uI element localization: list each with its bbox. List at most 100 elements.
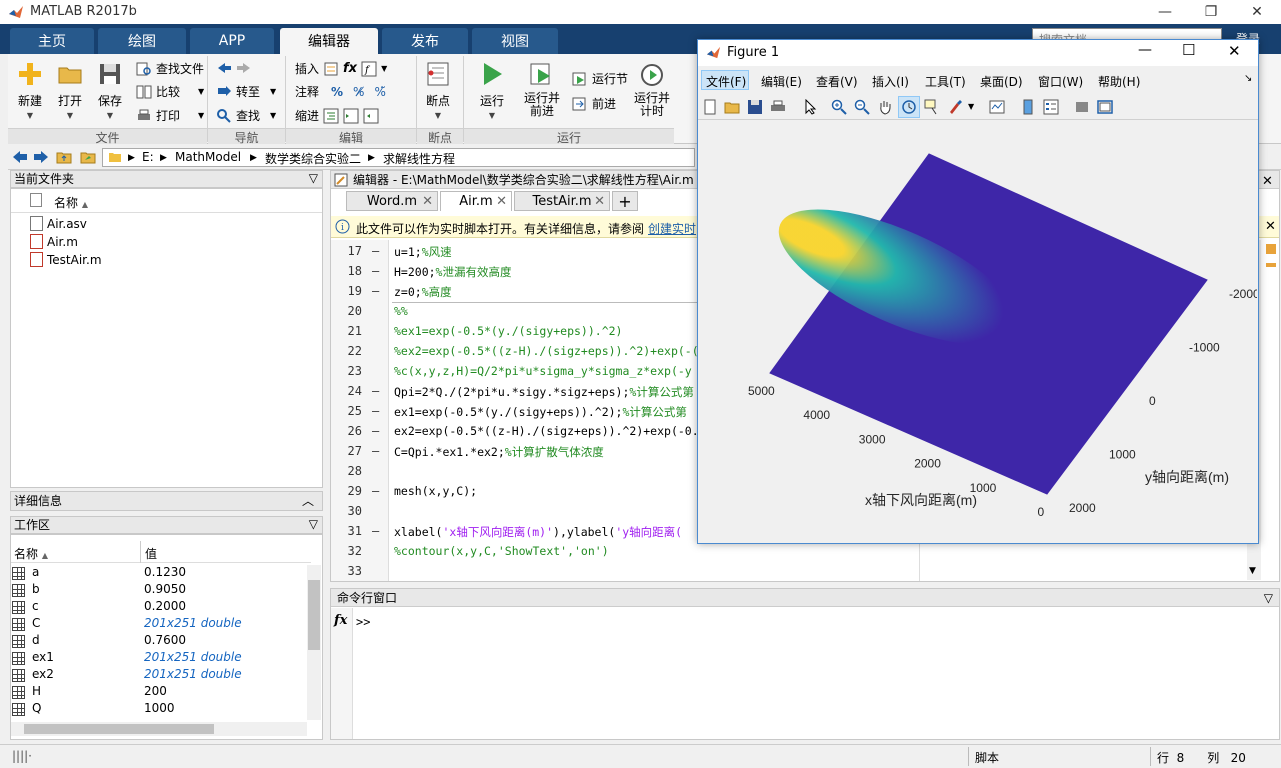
breakpoints-button[interactable]: 断点 ▼ — [424, 60, 452, 120]
indent-more-icon[interactable] — [343, 108, 359, 124]
edit-plot-arrow-icon[interactable] — [803, 99, 819, 115]
dock-arrow-icon[interactable]: ↘ — [1244, 73, 1252, 84]
workspace-row[interactable]: c 0.2000 — [12, 599, 312, 616]
code-line[interactable]: xlabel('x轴下风向距离(m)'),ylabel('y轴向距离( — [394, 524, 682, 540]
code-line[interactable]: u=1;%风速 — [394, 244, 452, 260]
code-line[interactable]: ex2=exp(-0.5*((z-H)./(sigz+eps)).^2)+exp… — [394, 424, 699, 438]
variable-value[interactable]: 201x251 double — [144, 616, 242, 630]
editor-tab-air[interactable]: Air.m ✕ — [440, 191, 512, 211]
print-figure-icon[interactable] — [770, 99, 786, 115]
indent-less-icon[interactable] — [363, 108, 379, 124]
figure-menu-view[interactable]: 查看(V) — [816, 73, 858, 90]
insert-button[interactable]: 插入 fx f ▼ — [295, 60, 387, 77]
minimize-button[interactable]: — — [1142, 0, 1188, 24]
tab-plots[interactable]: 绘图 — [98, 28, 186, 54]
close-tab-icon[interactable]: ✕ — [496, 194, 507, 209]
column-divider[interactable] — [140, 541, 141, 563]
hide-plot-tools-icon[interactable] — [1074, 99, 1090, 115]
find-button[interactable]: 查找 ▼ — [216, 107, 276, 124]
details-header[interactable]: 详细信息 ︿ — [10, 491, 323, 511]
code-line[interactable]: %ex1=exp(-0.5*(y./(sigy+eps)).^2) — [394, 324, 622, 338]
workspace-row[interactable]: ex1 201x251 double — [12, 650, 312, 667]
figure-menu-desktop[interactable]: 桌面(D) — [980, 73, 1023, 90]
save-figure-icon[interactable] — [747, 99, 763, 115]
file-item[interactable]: TestAir.m — [30, 252, 102, 267]
code-line[interactable]: Qpi=2*Q./(2*pi*u.*sigy.*sigz+eps);%计算公式第 — [394, 384, 694, 400]
command-window[interactable] — [330, 588, 1280, 740]
code-line[interactable]: %contour(x,y,C,'ShowText','on') — [394, 544, 609, 558]
workspace-row[interactable]: b 0.9050 — [12, 582, 312, 599]
tab-publish[interactable]: 发布 — [382, 28, 468, 54]
run-time-button[interactable]: 运行并 计时 — [634, 60, 670, 118]
forward-arrow-icon[interactable] — [33, 150, 49, 164]
scroll-down-arrow-icon[interactable]: ▼ — [1249, 566, 1256, 576]
code-line[interactable]: %ex2=exp(-0.5*((z-H)./(sigz+eps)).^2)+ex… — [394, 344, 699, 358]
fx-icon[interactable]: fx — [343, 61, 357, 76]
figure-menu-tools[interactable]: 工具(T) — [925, 73, 966, 90]
run-section-button[interactable]: 运行节 — [572, 70, 628, 87]
close-info-icon[interactable]: ✕ — [1265, 219, 1276, 234]
new-figure-icon[interactable] — [702, 99, 718, 115]
figure-menu-file[interactable]: 文件(F) — [706, 73, 746, 90]
file-item[interactable]: Air.asv — [30, 216, 87, 231]
mesh-surface-plot[interactable]: 010002000300040005000200010000-1000-2000… — [699, 122, 1257, 542]
wrap-comment-icon[interactable]: %̃ — [374, 85, 385, 99]
variable-value[interactable]: 201x251 double — [144, 650, 242, 664]
tab-view[interactable]: 视图 — [472, 28, 558, 54]
nav-back-forward[interactable] — [216, 60, 252, 76]
back-arrow-icon[interactable] — [12, 150, 28, 164]
workspace-row[interactable]: C 201x251 double — [12, 616, 312, 633]
close-editor-icon[interactable]: ✕ — [1262, 174, 1273, 189]
workspace-row[interactable]: ex2 201x251 double — [12, 667, 312, 684]
pan-hand-icon[interactable] — [877, 99, 893, 115]
zoom-in-icon[interactable] — [831, 99, 847, 115]
workspace-scroll-thumb[interactable] — [308, 580, 320, 650]
brush-dropdown-icon[interactable]: ▼ — [968, 102, 974, 111]
figure-menu-edit[interactable]: 编辑(E) — [761, 73, 802, 90]
figure-menu-help[interactable]: 帮助(H) — [1098, 73, 1140, 90]
code-analyzer-warning-marker[interactable] — [1266, 263, 1276, 267]
column-name-header[interactable]: 名称 ▲ — [54, 194, 88, 211]
advance-button[interactable]: 前进 — [572, 95, 616, 112]
rotate-3d-icon[interactable] — [901, 99, 917, 115]
code-line[interactable]: C=Qpi.*ex1.*ex2;%计算扩散气体浓度 — [394, 444, 604, 460]
uncomment-icon[interactable]: %̸ — [353, 85, 364, 99]
workspace-row[interactable]: Q 1000 — [12, 701, 312, 718]
figure-maximize-button[interactable]: ☐ — [1182, 41, 1195, 59]
figure-minimize-button[interactable]: — — [1138, 42, 1152, 58]
workspace-row[interactable]: a 0.1230 — [12, 565, 312, 582]
new-tab-button[interactable]: + — [612, 191, 638, 211]
fx-function-browser-icon[interactable]: fx — [334, 613, 347, 628]
breadcrumb-drive[interactable]: E: — [142, 150, 154, 164]
back-arrow-icon[interactable] — [216, 60, 232, 76]
create-live-script-link[interactable]: 创建实时 — [648, 220, 696, 237]
breadcrumb-current[interactable]: 求解线性方程 — [383, 150, 455, 167]
close-tab-icon[interactable]: ✕ — [594, 194, 605, 209]
breadcrumb-experiment[interactable]: 数学类综合实验二 — [265, 150, 361, 167]
figure-close-button[interactable]: ✕ — [1228, 42, 1241, 60]
code-line[interactable]: %c(x,y,z,H)=Q/2*pi*u*sigma_y*sigma_z*exp… — [394, 364, 692, 378]
breakpoint-dash[interactable]: — — [372, 264, 379, 278]
run-button[interactable]: 运行 ▼ — [478, 60, 506, 120]
figure-menu-window[interactable]: 窗口(W) — [1038, 73, 1083, 90]
code-line[interactable]: mesh(x,y,C); — [394, 484, 477, 498]
show-plot-tools-icon[interactable] — [1097, 99, 1113, 115]
breakpoint-dash[interactable]: — — [372, 244, 379, 258]
data-cursor-icon[interactable] — [924, 99, 940, 115]
breakpoint-dash[interactable]: — — [372, 284, 379, 298]
new-button[interactable]: 新建 ▼ — [16, 60, 44, 120]
breakpoint-dash[interactable]: — — [372, 424, 379, 438]
editor-tab-word[interactable]: Word.m ✕ — [346, 191, 438, 211]
compare-button[interactable]: 比较 ▼ — [136, 83, 204, 100]
panel-menu-icon[interactable]: ▽ — [309, 516, 318, 532]
percent-icon[interactable]: % — [331, 85, 343, 99]
open-button[interactable]: 打开 ▼ — [56, 60, 84, 120]
editor-tab-testair[interactable]: TestAir.m ✕ — [514, 191, 610, 211]
code-line[interactable]: %% — [394, 304, 408, 318]
figure-title-bar[interactable] — [698, 40, 1258, 66]
tab-home[interactable]: 主页 — [10, 28, 94, 54]
figure-menu-insert[interactable]: 插入(I) — [872, 73, 909, 90]
save-button[interactable]: 保存 ▼ — [96, 60, 124, 120]
panel-menu-icon[interactable]: ▽ — [309, 170, 318, 186]
open-file-icon[interactable] — [724, 99, 740, 115]
